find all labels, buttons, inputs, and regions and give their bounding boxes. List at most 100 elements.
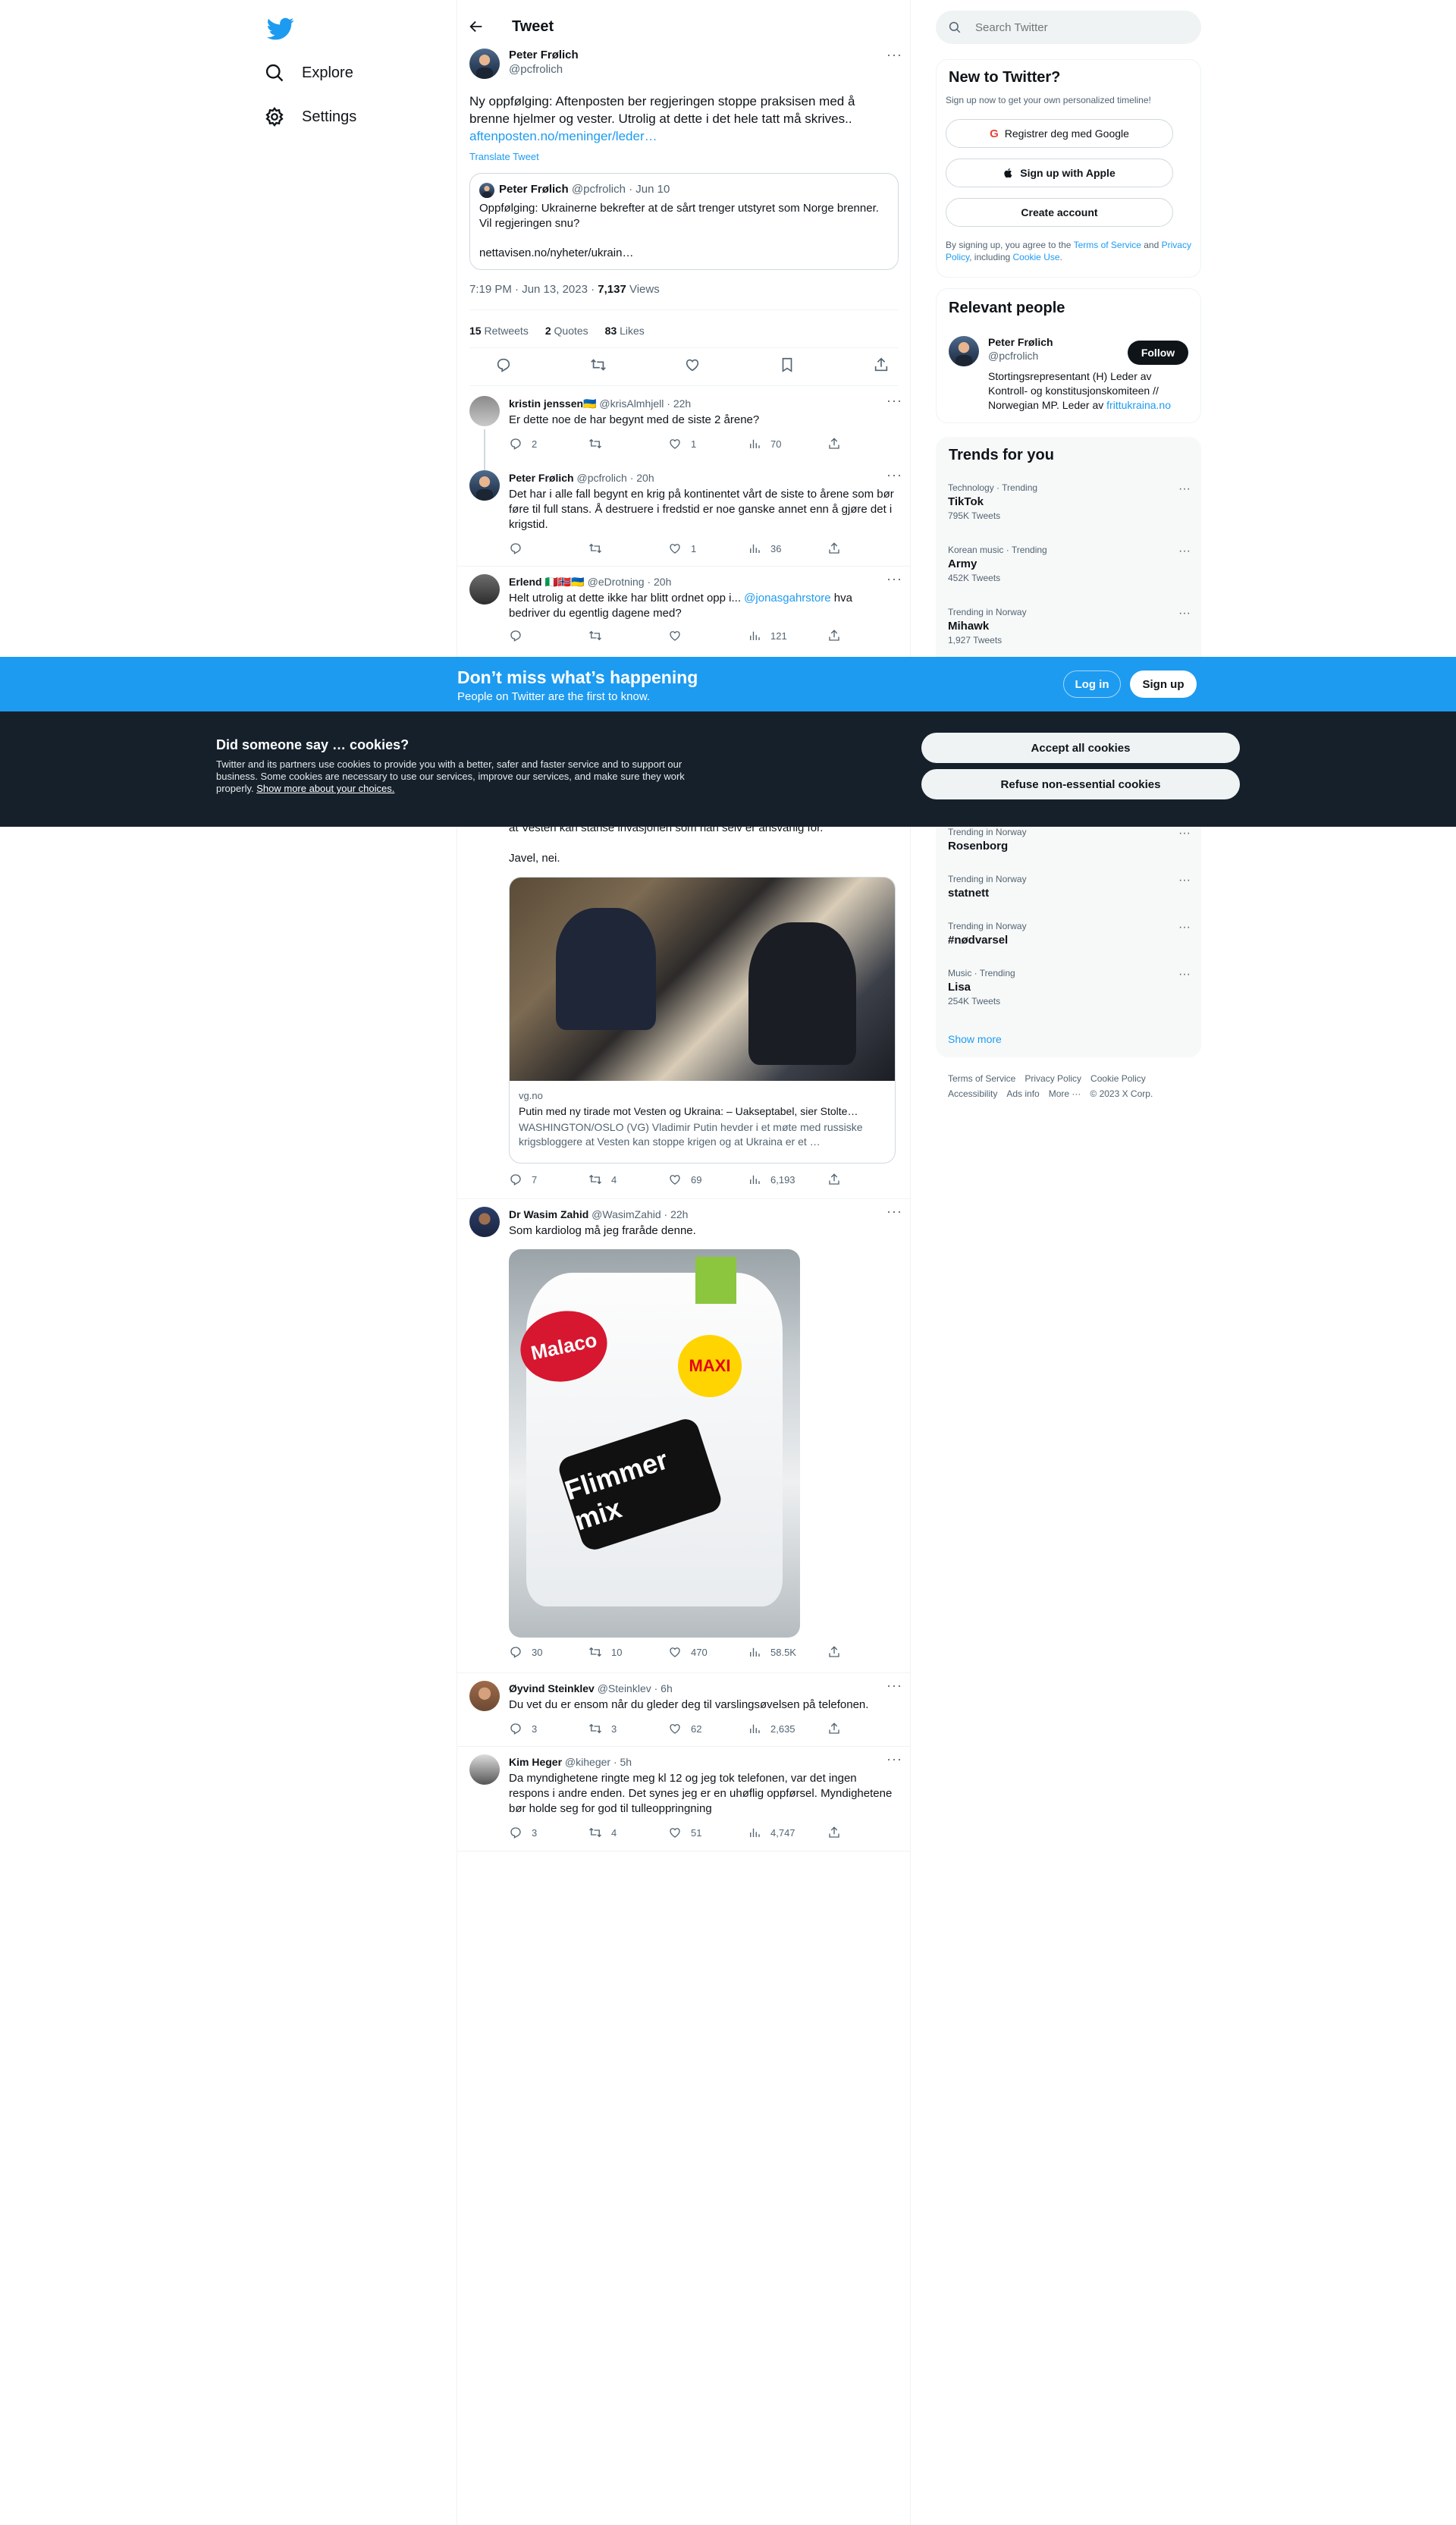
more-icon[interactable]: ··· <box>1178 968 1191 981</box>
like-button[interactable]: 470 <box>668 1645 721 1659</box>
arrow-left-icon[interactable] <box>468 18 485 35</box>
avatar[interactable] <box>469 396 500 426</box>
footer-privacy-link[interactable]: Privacy Policy <box>1025 1073 1081 1084</box>
views-button[interactable]: 6,193 <box>748 1173 801 1186</box>
avatar[interactable] <box>469 1207 500 1237</box>
refuse-cookies-button[interactable]: Refuse non-essential cookies <box>921 769 1240 799</box>
retweet-button[interactable]: 4 <box>588 1173 642 1186</box>
nav-explore[interactable]: Explore <box>264 62 353 83</box>
share-button[interactable] <box>827 629 843 642</box>
create-account-button[interactable]: Create account <box>946 198 1173 227</box>
views-button[interactable]: 2,635 <box>748 1722 801 1735</box>
twitter-logo-icon[interactable] <box>264 15 297 42</box>
more-icon[interactable]: ··· <box>886 571 902 587</box>
like-button[interactable]: 1 <box>668 542 721 555</box>
share-button[interactable] <box>827 1826 843 1839</box>
reply-button[interactable]: 30 <box>509 1645 562 1659</box>
share-button[interactable] <box>827 1722 843 1735</box>
apple-signup-button[interactable]: Sign up with Apple <box>946 159 1173 187</box>
show-more-link[interactable]: Show more <box>948 1033 1002 1045</box>
like-icon[interactable] <box>684 356 701 373</box>
avatar[interactable] <box>469 1681 500 1711</box>
more-icon[interactable]: ··· <box>1178 607 1191 620</box>
mention-link[interactable]: @jonasgahrstore <box>744 592 830 605</box>
like-button[interactable] <box>668 629 721 642</box>
trend-item[interactable]: Music · Trending Lisa 254K Tweets ··· <box>948 968 1191 1007</box>
tweet-image[interactable]: Malaco MAXI Flimmer mix <box>509 1249 800 1638</box>
relevant-person[interactable]: Peter Frølich @pcfrolich <box>988 336 1053 362</box>
search-bar[interactable] <box>936 11 1201 44</box>
more-icon[interactable]: ··· <box>1178 827 1191 840</box>
more-icon[interactable]: ··· <box>886 1751 902 1767</box>
more-icon[interactable]: ··· <box>886 1678 902 1694</box>
reply-tweet[interactable]: kristin jenssen🇺🇦 @krisAlmhjell · 22h ··… <box>457 387 910 472</box>
avatar[interactable] <box>469 49 500 79</box>
retweet-button[interactable]: 4 <box>588 1826 642 1839</box>
more-icon[interactable]: ··· <box>1178 482 1191 496</box>
avatar[interactable] <box>469 574 500 605</box>
reply-button[interactable]: 3 <box>509 1826 562 1839</box>
trend-item[interactable]: Trending in Norway #nødvarsel ··· <box>948 921 1191 947</box>
google-signup-button[interactable]: G Registrer deg med Google <box>946 119 1173 148</box>
like-button[interactable]: 69 <box>668 1173 721 1186</box>
reply-button[interactable]: 3 <box>509 1722 562 1735</box>
bookmark-icon[interactable] <box>779 356 795 373</box>
views-button[interactable]: 58.5K <box>748 1645 801 1659</box>
reply-button[interactable]: 7 <box>509 1173 562 1186</box>
login-button[interactable]: Log in <box>1063 671 1121 698</box>
share-button[interactable] <box>827 437 843 451</box>
quote-link[interactable]: nettavisen.no/nyheter/ukrain… <box>479 247 633 259</box>
reply-button[interactable] <box>509 542 562 555</box>
like-button[interactable]: 1 <box>668 437 721 451</box>
share-button[interactable] <box>827 542 843 555</box>
reply-tweet[interactable]: Erlend 🇮🇹🇳🇴🇺🇦 @eDrotning · 20h ··· Helt … <box>457 567 910 658</box>
like-button[interactable]: 51 <box>668 1826 721 1839</box>
reply-icon[interactable] <box>495 356 512 373</box>
footer-ads-link[interactable]: Ads info <box>1006 1088 1039 1099</box>
footer-tos-link[interactable]: Terms of Service <box>948 1073 1015 1084</box>
cookie-use-link[interactable]: Cookie Use <box>1013 252 1060 262</box>
trend-item[interactable]: Trending in Norway Mihawk 1,927 Tweets ··· <box>948 607 1191 645</box>
translate-tweet-link[interactable]: Translate Tweet <box>469 151 539 162</box>
retweet-button[interactable] <box>588 542 642 555</box>
main-tweet-link[interactable]: aftenposten.no/meninger/leder… <box>469 129 657 144</box>
trend-item[interactable]: Korean music · Trending Army 452K Tweets ··… <box>948 545 1191 583</box>
nav-settings[interactable]: Settings <box>264 106 356 127</box>
more-icon[interactable]: ··· <box>1178 874 1191 887</box>
footer-more-link[interactable]: More ··· <box>1049 1088 1081 1099</box>
more-icon[interactable]: ··· <box>1178 921 1191 934</box>
retweet-button[interactable] <box>588 437 642 451</box>
search-input[interactable] <box>975 11 1188 44</box>
trend-item[interactable]: Trending in Norway Rosenborg ··· <box>948 827 1191 853</box>
footer-accessibility-link[interactable]: Accessibility <box>948 1088 997 1099</box>
retweet-button[interactable]: 3 <box>588 1722 642 1735</box>
link-card[interactable]: vg.no Putin med ny tirade mot Vesten og … <box>509 877 896 1164</box>
reply-tweet[interactable]: at Vesten kan stanse invasjonen som han … <box>457 819 910 1198</box>
retweet-button[interactable] <box>588 629 642 642</box>
signup-button[interactable]: Sign up <box>1130 671 1197 698</box>
share-button[interactable] <box>827 1645 843 1659</box>
cookie-choices-link[interactable]: Show more about your choices. <box>256 783 394 794</box>
reply-button[interactable]: 2 <box>509 437 562 451</box>
reply-tweet[interactable]: Kim Heger @kiheger · 5h ··· Da myndighet… <box>457 1747 910 1850</box>
quotes-stat[interactable]: 2 Quotes <box>545 325 588 337</box>
more-icon[interactable]: ··· <box>886 1204 902 1220</box>
avatar[interactable] <box>469 1754 500 1785</box>
share-button[interactable] <box>827 1173 843 1186</box>
likes-stat[interactable]: 83 Likes <box>605 325 645 337</box>
avatar[interactable] <box>469 470 500 501</box>
more-icon[interactable]: ··· <box>1178 545 1191 558</box>
trend-item[interactable]: Technology · Trending TikTok 795K Tweets ··… <box>948 482 1191 521</box>
retweet-button[interactable]: 10 <box>588 1645 642 1659</box>
views-button[interactable]: 36 <box>748 542 801 555</box>
terms-link[interactable]: Terms of Service <box>1074 240 1141 250</box>
footer-cookie-link[interactable]: Cookie Policy <box>1090 1073 1146 1084</box>
more-icon[interactable]: ··· <box>886 47 902 63</box>
more-icon[interactable]: ··· <box>886 467 902 483</box>
views-button[interactable]: 70 <box>748 437 801 451</box>
trend-item[interactable]: Trending in Norway statnett ··· <box>948 874 1191 900</box>
accept-cookies-button[interactable]: Accept all cookies <box>921 733 1240 763</box>
reply-tweet[interactable]: Peter Frølich @pcfrolich · 20h ··· Det h… <box>457 463 910 566</box>
avatar[interactable] <box>949 336 979 366</box>
follow-button[interactable]: Follow <box>1128 341 1188 365</box>
